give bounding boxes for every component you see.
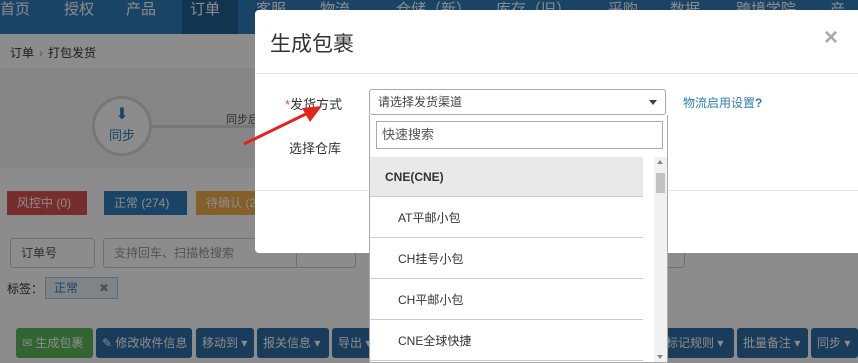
list-item[interactable]: CH挂号小包 xyxy=(370,239,643,279)
modal-divider xyxy=(255,73,858,74)
list-item[interactable]: AT平邮小包 xyxy=(370,198,643,238)
shipping-channel-select[interactable]: 请选择发货渠道 xyxy=(369,89,666,115)
list-item[interactable]: CNE全球快捷 xyxy=(370,321,643,361)
annotation-arrow-icon xyxy=(243,106,322,146)
scroll-down-icon[interactable] xyxy=(657,355,663,359)
list-item[interactable]: CH平邮小包 xyxy=(370,280,643,320)
option-group-cne: CNE(CNE) xyxy=(370,157,643,197)
close-icon[interactable]: × xyxy=(824,24,838,52)
help-icon: ? xyxy=(755,96,763,110)
scroll-up-icon[interactable] xyxy=(657,160,663,164)
modal-title: 生成包裹 xyxy=(270,33,354,56)
logistics-settings-link[interactable]: 物流启用设置? xyxy=(683,94,762,111)
shipping-channel-dropdown: 快速搜索 CNE(CNE) AT平邮小包 CH挂号小包 CH平邮小包 CNE全球… xyxy=(369,115,668,363)
dropdown-search-input[interactable]: 快速搜索 xyxy=(376,121,663,149)
caret-down-icon xyxy=(649,100,657,105)
scroll-thumb[interactable] xyxy=(656,173,665,193)
dropdown-scrollbar[interactable] xyxy=(654,157,667,362)
shipping-channel-value: 请选择发货渠道 xyxy=(378,95,463,109)
